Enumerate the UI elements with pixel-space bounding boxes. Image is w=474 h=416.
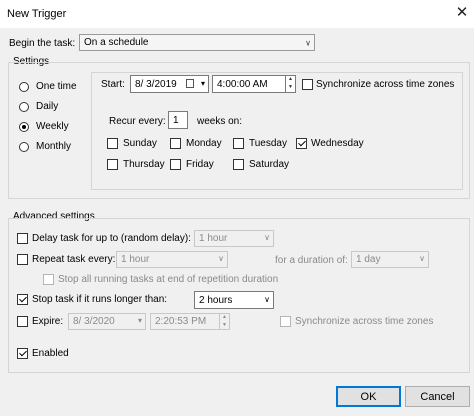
spin-down-icon[interactable]: ▼ (220, 322, 229, 330)
stop-task-checkbox[interactable] (17, 294, 28, 305)
repeat-task-label: Repeat task every: (32, 254, 116, 265)
radio-daily-label: Daily (36, 101, 59, 112)
checkbox-saturday[interactable] (233, 159, 244, 170)
label-thursday: Thursday (123, 159, 165, 170)
repeat-value: 1 hour (121, 254, 150, 265)
label-wednesday: Wednesday (311, 138, 364, 149)
delay-task-label: Delay task for up to (random delay): (32, 233, 191, 244)
radio-one-time-label: One time (36, 81, 77, 92)
expire-time-field[interactable]: 2:20:53 PM ▲ ▼ (150, 313, 230, 330)
title-bar (0, 0, 474, 28)
checkbox-monday[interactable] (170, 138, 181, 149)
checkbox-tuesday[interactable] (233, 138, 244, 149)
radio-one-time[interactable] (19, 82, 29, 92)
spin-up-icon[interactable]: ▲ (286, 76, 295, 84)
recur-every-label: Recur every: (109, 116, 166, 127)
start-date-picker[interactable]: 8/ 3/2019 ▾ (130, 75, 209, 93)
chevron-down-icon: ∨ (419, 254, 425, 263)
spin-up-icon[interactable]: ▲ (220, 314, 229, 322)
chevron-down-icon: ∨ (264, 295, 270, 304)
checkbox-thursday[interactable] (107, 159, 118, 170)
start-label: Start: (101, 79, 125, 90)
chevron-down-icon: ∨ (218, 254, 224, 263)
repeat-task-checkbox[interactable] (17, 254, 28, 265)
delay-dropdown[interactable]: 1 hour ∨ (194, 230, 274, 247)
label-tuesday: Tuesday (249, 138, 287, 149)
enabled-label: Enabled (32, 348, 69, 359)
start-date-value: 8/ 3/2019 (135, 78, 177, 90)
stop-task-label: Stop task if it runs longer than: (32, 294, 168, 305)
begin-task-value: On a schedule (84, 37, 149, 48)
weeks-on-label: weeks on: (197, 116, 243, 127)
checkbox-wednesday[interactable] (296, 138, 307, 149)
label-monday: Monday (186, 138, 222, 149)
close-icon[interactable]: ✕ (454, 4, 470, 22)
checkbox-friday[interactable] (170, 159, 181, 170)
stop-all-tasks-checkbox[interactable] (43, 274, 54, 285)
expire-label: Expire: (32, 316, 64, 327)
ok-button[interactable]: OK (336, 386, 401, 407)
recur-every-input[interactable]: 1 (168, 111, 188, 129)
sync-timezones-label: Synchronize across time zones (316, 79, 455, 90)
checkbox-sunday[interactable] (107, 138, 118, 149)
window-title: New Trigger (7, 8, 67, 20)
delay-task-checkbox[interactable] (17, 233, 28, 244)
enabled-checkbox[interactable] (17, 348, 28, 359)
chevron-down-icon: ▾ (137, 316, 142, 325)
calendar-icon[interactable] (186, 79, 194, 88)
start-time-spinner[interactable]: ▲ ▼ (285, 76, 295, 92)
radio-daily[interactable] (19, 102, 29, 112)
begin-task-label: Begin the task: (9, 38, 76, 49)
label-friday: Friday (186, 159, 214, 170)
chevron-down-icon[interactable]: ▾ (201, 79, 205, 88)
stop-task-dropdown[interactable]: 2 hours ∨ (194, 291, 274, 309)
radio-weekly[interactable] (19, 122, 29, 132)
spin-down-icon[interactable]: ▼ (286, 84, 295, 92)
radio-monthly-label: Monthly (36, 141, 72, 152)
chevron-down-icon: ∨ (264, 233, 270, 242)
label-saturday: Saturday (249, 159, 290, 170)
delay-value: 1 hour (199, 233, 228, 244)
duration-dropdown[interactable]: 1 day ∨ (351, 251, 429, 268)
radio-monthly[interactable] (19, 142, 29, 152)
expire-sync-checkbox[interactable] (280, 316, 291, 327)
chevron-down-icon: ∨ (305, 38, 311, 47)
expire-time-value: 2:20:53 PM (155, 316, 207, 327)
sync-timezones-checkbox[interactable] (302, 79, 313, 90)
recur-every-value: 1 (173, 114, 179, 126)
begin-task-dropdown[interactable]: On a schedule ∨ (79, 34, 315, 51)
expire-date-value: 8/ 3/2020 (73, 316, 115, 327)
label-sunday: Sunday (123, 138, 157, 149)
duration-label: for a duration of: (275, 255, 348, 266)
expire-date-picker[interactable]: 8/ 3/2020 ▾ (68, 313, 146, 330)
stop-task-value: 2 hours (199, 294, 233, 306)
duration-value: 1 day (356, 254, 381, 265)
radio-weekly-label: Weekly (36, 121, 69, 132)
start-time-field[interactable]: 4:00:00 AM ▲ ▼ (212, 75, 296, 93)
repeat-dropdown[interactable]: 1 hour ∨ (116, 251, 228, 268)
start-time-value: 4:00:00 AM (217, 78, 268, 90)
expire-checkbox[interactable] (17, 316, 28, 327)
expire-time-spinner[interactable]: ▲ ▼ (219, 314, 229, 329)
stop-all-tasks-label: Stop all running tasks at end of repetit… (58, 274, 279, 285)
expire-sync-label: Synchronize across time zones (295, 316, 434, 327)
cancel-button[interactable]: Cancel (405, 386, 470, 407)
